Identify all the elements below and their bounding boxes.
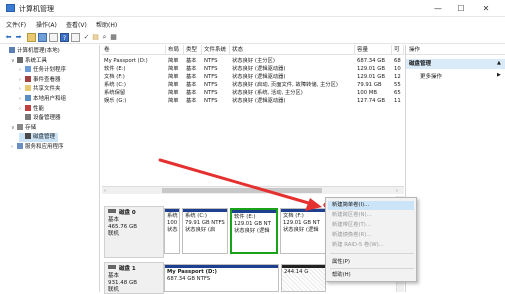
annotation-arrow-icon (158, 158, 401, 213)
context-menu-item-2: 新建带区卷(T)... (332, 222, 371, 228)
context-menu: 新建简单卷(I)... 新建跨区卷(N)... 新建带区卷(T)... 新建镜像卷(R… (325, 197, 417, 282)
menu-separator (330, 268, 414, 269)
context-menu-item-1: 新建跨区卷(N)... (332, 212, 372, 218)
context-menu-item-5[interactable]: 属性(P) (332, 258, 350, 267)
context-menu-item-6[interactable]: 帮助(H) (332, 271, 351, 280)
context-menu-item-3: 新建镜像卷(R)... (332, 232, 372, 238)
menu-separator (330, 253, 414, 254)
context-menu-item-0[interactable]: 新建简单卷(I)... (328, 201, 414, 210)
context-menu-item-4: 新建 RAID-5 卷(W)... (332, 242, 384, 248)
